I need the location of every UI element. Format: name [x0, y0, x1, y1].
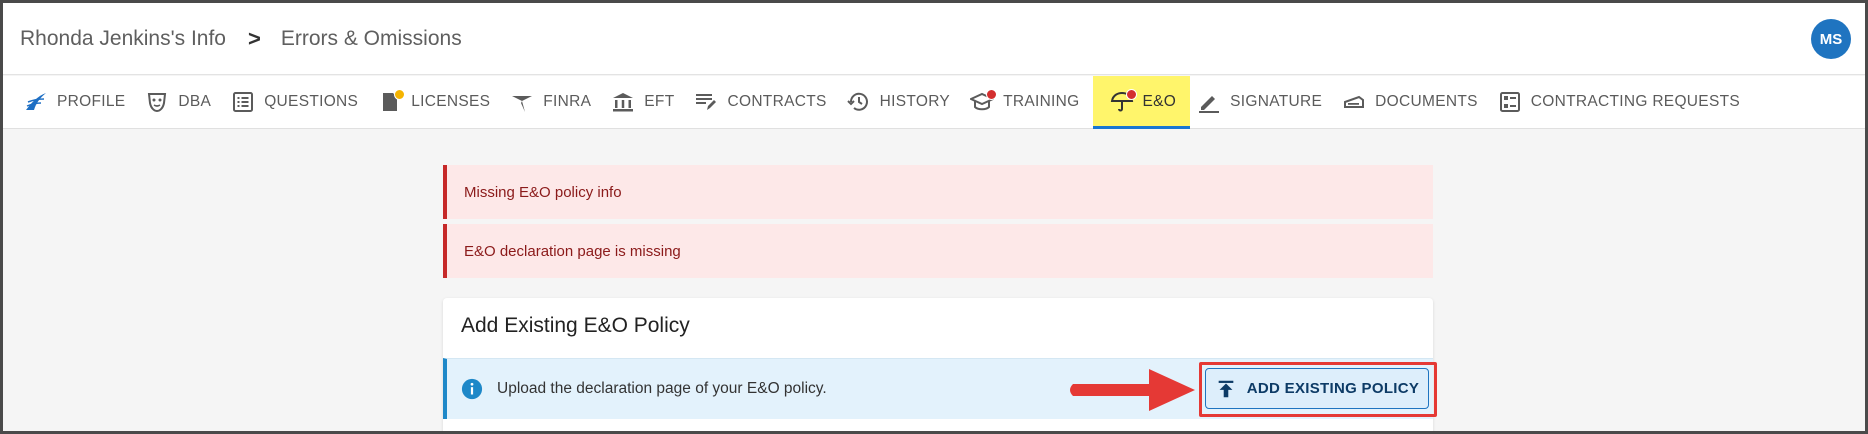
breadcrumb-current: Errors & Omissions	[280, 26, 462, 50]
documents-icon	[1341, 89, 1367, 115]
avatar[interactable]: MS	[1811, 19, 1851, 59]
graduation-cap-icon	[969, 89, 998, 115]
tab-eft[interactable]: EFT	[604, 76, 687, 128]
tab-label: TRAINING	[1003, 93, 1080, 110]
arrow-pointer-icon	[1070, 369, 1195, 411]
page-header: Rhonda Jenkins's Info > Errors & Omissio…	[3, 3, 1865, 75]
tab-contracting-requests[interactable]: CONTRACTING REQUESTS	[1491, 76, 1753, 128]
alert-missing-declaration: E&O declaration page is missing	[443, 224, 1433, 278]
notification-badge	[394, 89, 406, 100]
alert-missing-policy: Missing E&O policy info	[443, 165, 1433, 219]
license-icon	[377, 89, 406, 115]
finra-icon	[509, 89, 535, 115]
alert-text: E&O declaration page is missing	[464, 242, 681, 260]
breadcrumb-separator-icon: >	[247, 25, 261, 51]
app-window: Rhonda Jenkins's Info > Errors & Omissio…	[0, 0, 1868, 434]
requests-icon	[1497, 89, 1523, 115]
tab-profile[interactable]: PROFILE	[17, 76, 138, 128]
alert-text: Missing E&O policy info	[464, 183, 622, 201]
tab-licenses[interactable]: LICENSES	[371, 76, 503, 128]
tab-contracts[interactable]: CONTRACTS	[687, 76, 839, 128]
info-icon	[461, 378, 483, 400]
tab-label: PROFILE	[57, 93, 126, 110]
tab-label: QUESTIONS	[264, 93, 359, 110]
tab-bar: PROFILE DBA QUESTIONS LICENSES FINRA EFT…	[3, 76, 1865, 129]
card-title: Add Existing E&O Policy	[461, 314, 690, 337]
mask-icon	[144, 89, 170, 115]
notification-badge	[986, 89, 998, 100]
add-existing-policy-button[interactable]: ADD EXISTING POLICY	[1205, 368, 1429, 409]
tab-label: LICENSES	[411, 93, 491, 110]
tab-finra[interactable]: FINRA	[503, 76, 604, 128]
add-policy-card: Add Existing E&O Policy Upload the decla…	[443, 298, 1437, 431]
pen-icon	[1196, 89, 1222, 115]
contract-lines-icon	[693, 89, 719, 115]
button-label: ADD EXISTING POLICY	[1246, 380, 1420, 397]
bank-icon	[610, 89, 636, 115]
tab-signature[interactable]: SIGNATURE	[1190, 76, 1335, 128]
breadcrumb-parent[interactable]: Rhonda Jenkins's Info	[20, 27, 226, 51]
tab-label: CONTRACTING REQUESTS	[1530, 93, 1740, 110]
tab-questions[interactable]: QUESTIONS	[224, 76, 371, 128]
tab-dba[interactable]: DBA	[138, 76, 224, 128]
list-icon	[230, 89, 256, 115]
tab-label: DBA	[178, 93, 212, 110]
tab-documents[interactable]: DOCUMENTS	[1335, 76, 1491, 128]
tab-history[interactable]: HISTORY	[840, 76, 963, 128]
tab-label: CONTRACTS	[727, 93, 827, 110]
tab-training[interactable]: TRAINING	[963, 76, 1092, 128]
history-icon	[846, 89, 872, 115]
tab-label: SIGNATURE	[1230, 93, 1323, 110]
profile-logo-icon	[23, 89, 49, 115]
notification-badge	[1125, 89, 1137, 100]
tab-label: EFT	[644, 93, 675, 110]
tab-label: DOCUMENTS	[1375, 93, 1478, 110]
tab-label: FINRA	[543, 93, 592, 110]
tab-eo[interactable]: E&O	[1092, 76, 1191, 129]
umbrella-icon	[1109, 89, 1137, 115]
info-text: Upload the declaration page of your E&O …	[497, 380, 827, 397]
upload-icon	[1218, 380, 1234, 397]
tab-label: E&O	[1142, 93, 1177, 110]
info-banner: Upload the declaration page of your E&O …	[443, 358, 1437, 419]
tab-label: HISTORY	[879, 93, 951, 110]
